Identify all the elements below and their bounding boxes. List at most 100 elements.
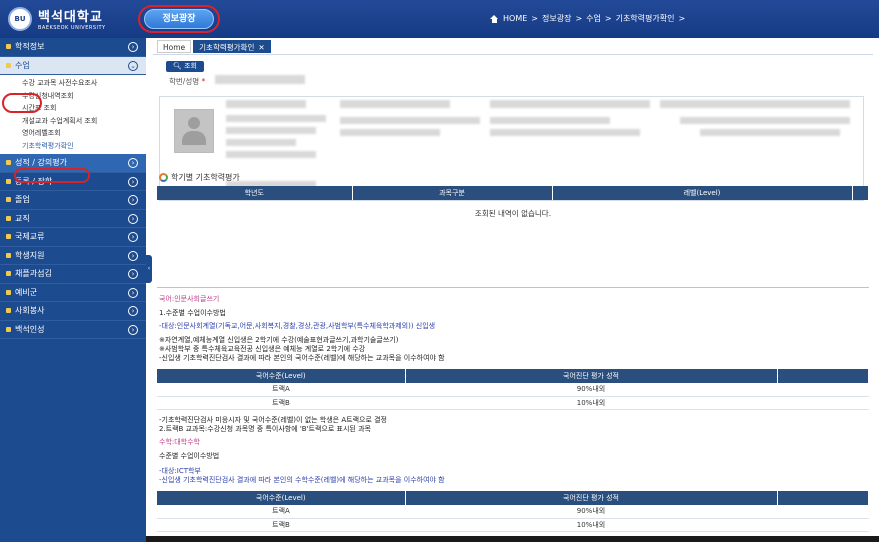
avatar-head-icon: [188, 117, 200, 129]
chevron-right-icon[interactable]: ›: [128, 306, 138, 316]
chevron-down-icon[interactable]: ⌄: [128, 60, 138, 71]
search-button[interactable]: 🔍︎ 조회: [166, 61, 204, 72]
column-header[interactable]: 레벨(Level): [552, 186, 853, 200]
submenu-item[interactable]: 영어레벨조회: [0, 127, 146, 140]
taskbar-strip: [146, 536, 879, 542]
logo-text: 백석대학교 BAEKSEOK UNIVERSITY: [38, 6, 106, 31]
sidebar-collapse-handle[interactable]: ‹: [146, 255, 152, 283]
table-row: 트랙A 90%내외: [157, 505, 869, 519]
divider: [153, 54, 873, 55]
redacted-field: [680, 117, 850, 124]
sidebar-item-teaching[interactable]: 교직 ›: [0, 210, 146, 228]
section-title-text: 학기별 기초학력평가: [171, 173, 240, 182]
top-header: BU 백석대학교 BAEKSEOK UNIVERSITY 정보광장 HOME >…: [0, 0, 879, 38]
tab-label: Home: [163, 43, 186, 52]
bullet-icon: [6, 197, 11, 203]
student-id-label: 학번/성명 *: [169, 76, 205, 87]
breadcrumb: HOME > 정보광장 > 수업 > 기초학력평가확인 >: [490, 13, 685, 24]
bullet-icon: [6, 252, 11, 258]
close-icon[interactable]: ✕: [258, 43, 264, 52]
required-mark: *: [201, 77, 206, 86]
redacted-field: [340, 100, 450, 108]
sidebar-item-label: 사회봉사: [15, 306, 45, 316]
table-row: 트랙B 10%내외: [157, 396, 869, 410]
chevron-right-icon[interactable]: ›: [128, 324, 138, 335]
redacted-student-id: [215, 75, 305, 84]
tab-basic-assessment[interactable]: 기초학력평가확인 ✕: [193, 40, 271, 53]
redacted-field: [226, 100, 306, 108]
bullet-icon: [6, 62, 11, 68]
breadcrumb-sep: >: [575, 14, 583, 23]
column-header[interactable]: 과목구분: [352, 186, 553, 200]
submenu-item-current[interactable]: 기초학력평가확인: [0, 140, 146, 153]
chevron-right-icon[interactable]: ›: [128, 269, 138, 279]
sidebar-item-label: 수업: [15, 60, 30, 70]
university-logo[interactable]: BU 백석대학교 BAEKSEOK UNIVERSITY: [8, 6, 106, 31]
chevron-right-icon[interactable]: ›: [128, 287, 138, 298]
sidebar-item-student-support[interactable]: 학생지원 ›: [0, 247, 146, 265]
korean-title: 국어:인문사회글쓰기: [159, 295, 220, 303]
sidebar-item-label: 채플과섬김: [15, 269, 52, 279]
assessment-table: 학년도 과목구분 레벨(Level): [157, 186, 869, 200]
tab-bar: Home 기초학력평가확인 ✕: [157, 40, 271, 53]
sidebar-item-reserve[interactable]: 예비군 ›: [0, 284, 146, 302]
math-level-table: 국어수준(Level) 국어진단 평가 성적 트랙A 90%내외 트랙B 10%…: [157, 491, 869, 532]
chevron-right-icon[interactable]: ›: [128, 42, 138, 52]
redacted-field: [340, 129, 440, 136]
sidebar-item-volunteer[interactable]: 사회봉사 ›: [0, 302, 146, 321]
logo-emblem-icon: BU: [8, 6, 32, 31]
chevron-right-icon[interactable]: ›: [128, 213, 138, 224]
sidebar-item-label: 학적정보: [15, 42, 45, 52]
sidebar-item-graduation[interactable]: 졸업 ›: [0, 191, 146, 210]
breadcrumb-home[interactable]: HOME: [503, 14, 527, 23]
table-cell: 트랙A: [157, 505, 405, 519]
logo-english-name: BAEKSEOK UNIVERSITY: [38, 25, 106, 31]
redacted-field: [490, 100, 650, 108]
sidebar-item-label: 교직: [15, 213, 30, 223]
column-header: 국어진단 평가 성적: [405, 491, 778, 505]
sidebar-item-chapel[interactable]: 채플과섬김 ›: [0, 265, 146, 284]
student-id-label-text: 학번/성명: [169, 77, 200, 86]
column-header: 국어수준(Level): [157, 491, 406, 505]
breadcrumb-current: 기초학력평가확인: [615, 14, 675, 23]
korean-after2: 2.트랙B 교과목:수강신청 과목명 중 특이사항에 'B'트랙으로 표시된 과…: [159, 425, 371, 433]
info-plaza-button[interactable]: 정보광장: [144, 9, 214, 29]
sidebar-item-academic-record[interactable]: 학적정보 ›: [0, 38, 146, 57]
chevron-right-icon[interactable]: ›: [128, 232, 138, 242]
column-header: [777, 491, 869, 505]
table-cell: 트랙B: [157, 396, 405, 410]
table-row: 트랙B 10%내외: [157, 518, 869, 532]
sidebar-item-character[interactable]: 백석인성 ›: [0, 321, 146, 339]
sidebar-item-international[interactable]: 국제교류 ›: [0, 228, 146, 247]
redacted-field: [700, 129, 840, 136]
redacted-field: [226, 115, 326, 122]
chevron-right-icon[interactable]: ›: [128, 250, 138, 261]
bullet-icon: [6, 178, 11, 184]
table-row: 트랙A 90%내외: [157, 383, 869, 397]
sidebar-item-label: 예비군: [15, 287, 38, 297]
chevron-right-icon[interactable]: ›: [128, 176, 138, 187]
breadcrumb-info[interactable]: 정보광장: [542, 13, 571, 24]
bullet-icon: [6, 308, 11, 314]
sidebar-item-class[interactable]: 수업 ⌄: [0, 56, 146, 75]
column-header: [852, 186, 869, 200]
submenu-item[interactable]: 개설교과 수업계획서 조회: [0, 115, 146, 128]
logo-korean-name: 백석대학교: [38, 10, 103, 25]
column-header[interactable]: 학년도: [157, 186, 353, 200]
bullet-icon: [6, 326, 11, 332]
math-line1: 수준별 수업이수방법: [159, 452, 220, 460]
table-cell: 트랙B: [157, 518, 405, 532]
bullet-icon: [6, 289, 11, 295]
redacted-field: [226, 151, 316, 158]
table-empty-area: 조회된 내역이 없습니다.: [157, 200, 869, 288]
search-button-label: 조회: [184, 62, 197, 70]
submenu-item[interactable]: 수강 교과목 사전수요조사: [0, 77, 146, 90]
breadcrumb-class[interactable]: 수업: [586, 13, 601, 24]
tab-home[interactable]: Home: [157, 40, 192, 53]
table-cell: [777, 518, 869, 532]
home-icon: [490, 14, 499, 23]
redacted-field: [226, 127, 316, 134]
chevron-right-icon[interactable]: ›: [128, 195, 138, 205]
highlight-ring: [2, 93, 42, 113]
chevron-right-icon[interactable]: ›: [128, 158, 138, 168]
